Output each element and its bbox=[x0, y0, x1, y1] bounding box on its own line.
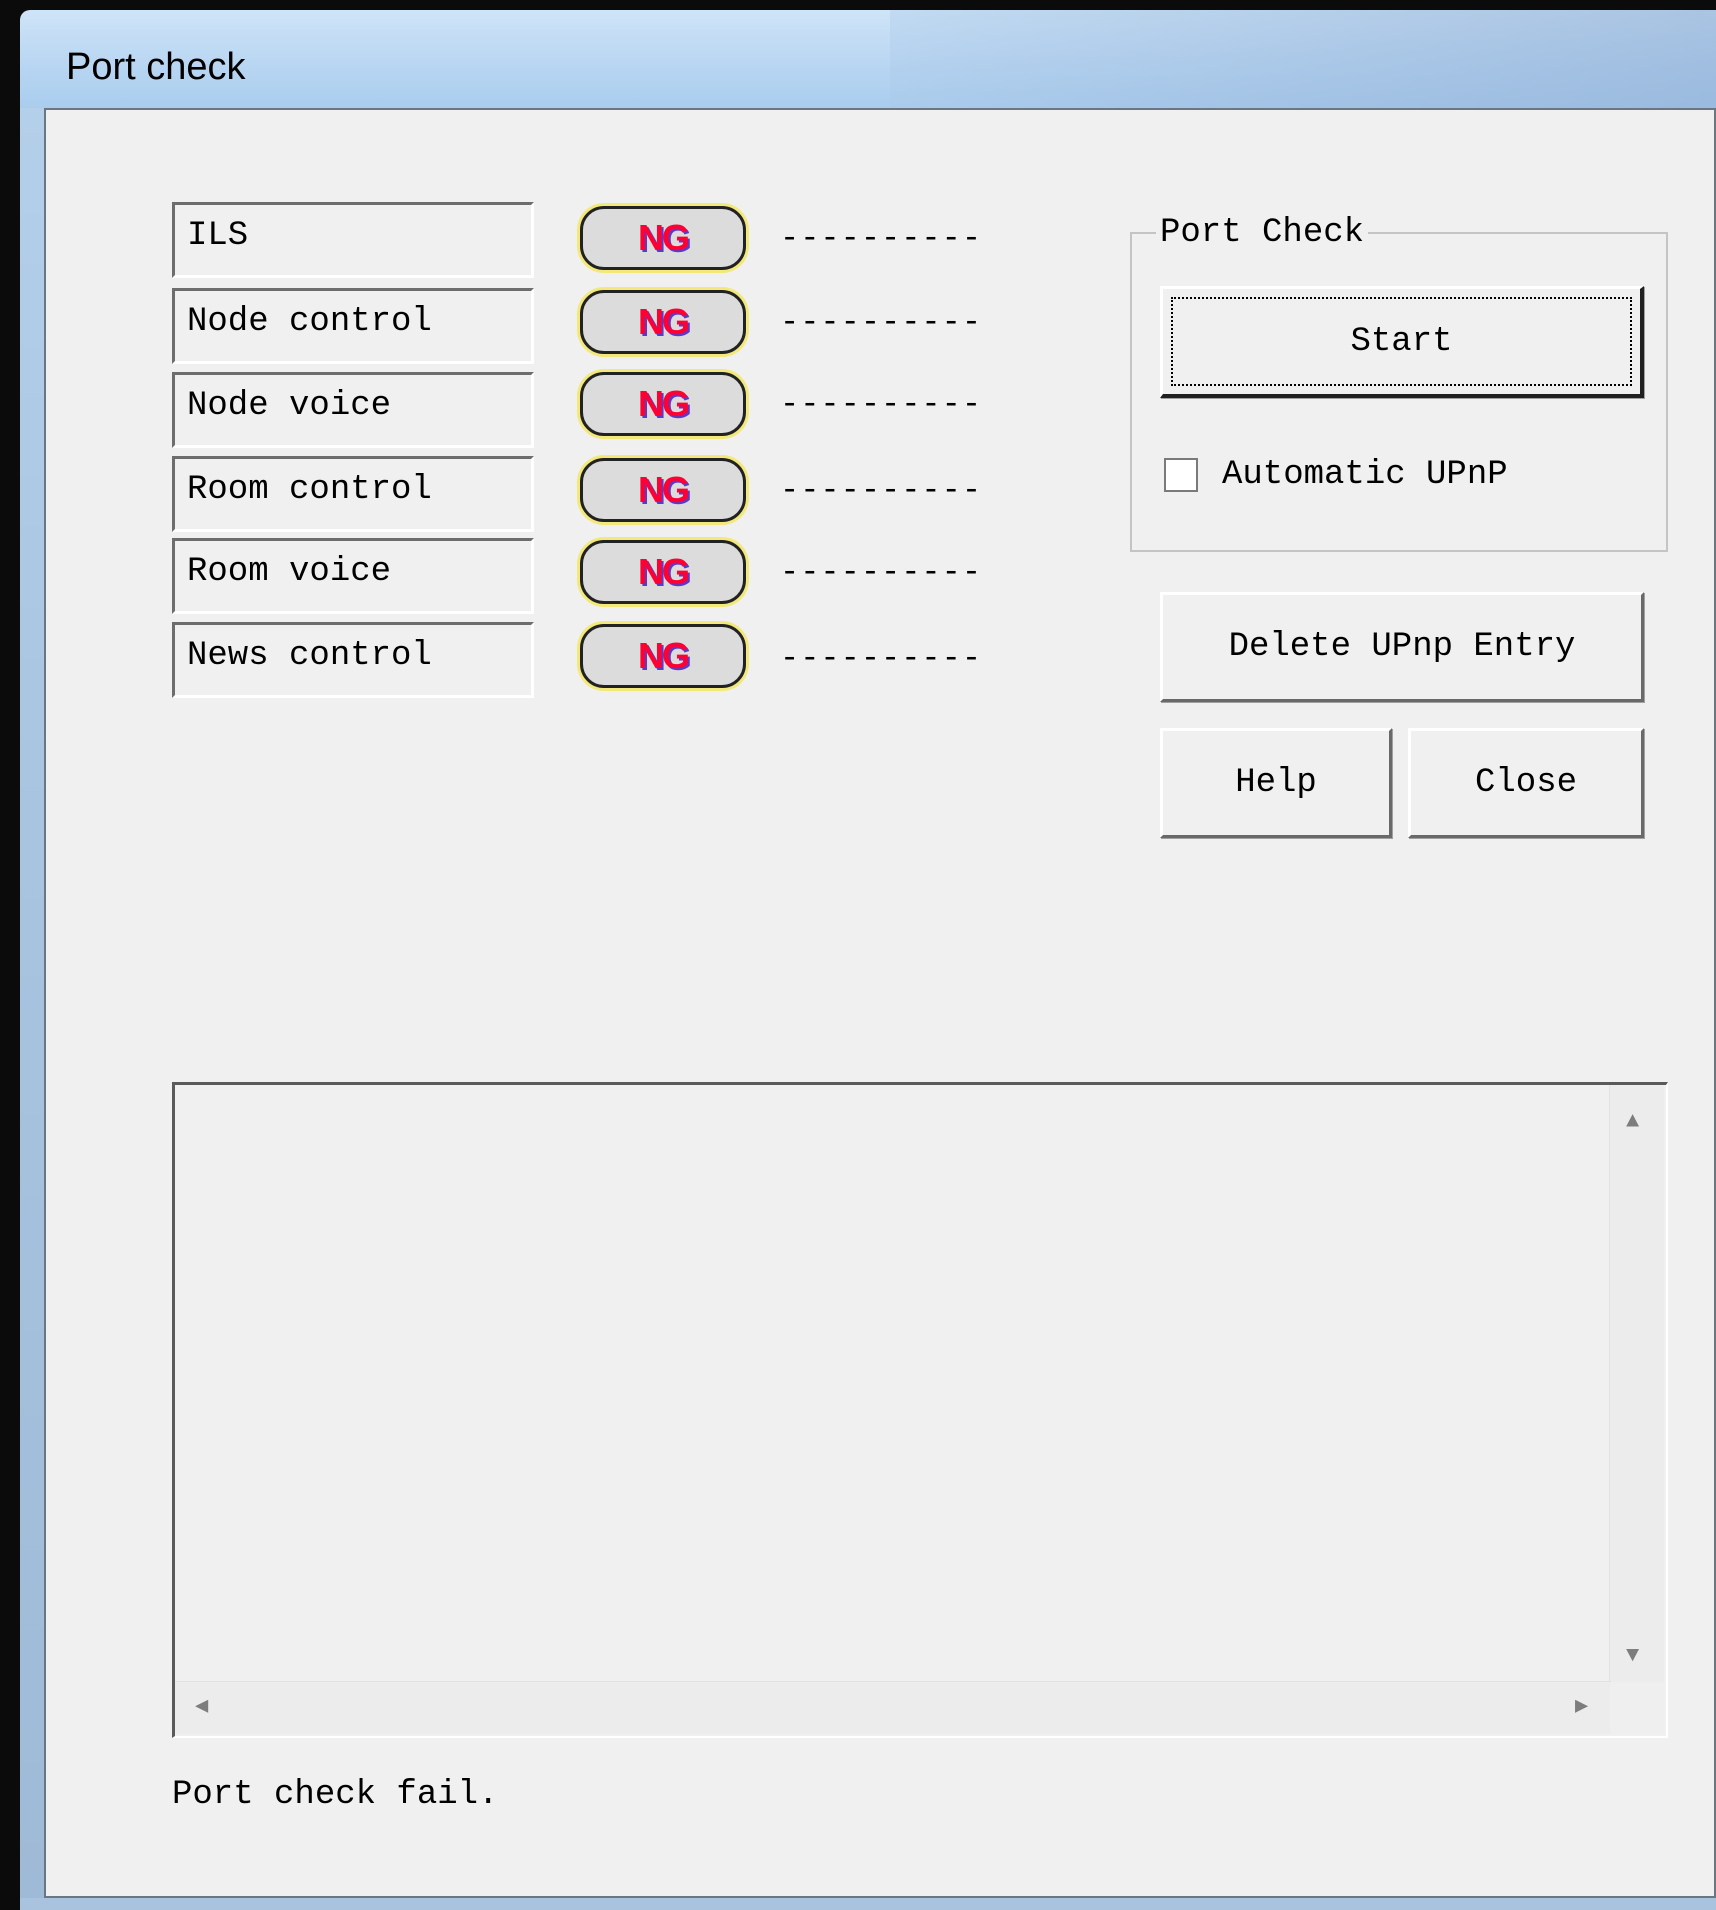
help-button[interactable]: Help bbox=[1160, 728, 1392, 838]
vertical-scrollbar[interactable]: ▲ ▼ bbox=[1609, 1085, 1664, 1683]
scroll-right-arrow-icon[interactable]: ▶ bbox=[1575, 1696, 1588, 1718]
scroll-up-arrow-icon[interactable]: ▲ bbox=[1626, 1111, 1639, 1133]
status-badge-ils: NG bbox=[580, 206, 746, 270]
result-text-ils: ---------- bbox=[780, 220, 983, 257]
result-text-node-control: ---------- bbox=[780, 304, 983, 341]
status-badge-news-control: NG bbox=[580, 624, 746, 688]
status-badge-room-control: NG bbox=[580, 458, 746, 522]
title-bar[interactable]: Port check bbox=[20, 10, 1716, 108]
scroll-down-arrow-icon[interactable]: ▼ bbox=[1626, 1645, 1639, 1667]
close-button-label: Close bbox=[1474, 764, 1578, 802]
focus-rectangle bbox=[1171, 297, 1632, 386]
delete-upnp-entry-label: Delete UPnp Entry bbox=[1228, 628, 1576, 666]
close-button[interactable]: Close bbox=[1408, 728, 1644, 838]
result-text-node-voice: ---------- bbox=[780, 386, 983, 423]
status-badge-node-control: NG bbox=[580, 290, 746, 354]
window-frame-bottom bbox=[20, 1898, 1716, 1910]
status-badge-node-voice: NG bbox=[580, 372, 746, 436]
log-textarea[interactable]: ▲ ▼ ◀ ▶ bbox=[172, 1082, 1668, 1738]
scroll-left-arrow-icon[interactable]: ◀ bbox=[195, 1696, 208, 1718]
status-text: Port check fail. bbox=[172, 1776, 499, 1814]
port-label-news-control: News control bbox=[172, 622, 534, 698]
automatic-upnp-label[interactable]: Automatic UPnP bbox=[1222, 456, 1508, 494]
horizontal-scrollbar[interactable]: ◀ ▶ bbox=[175, 1681, 1611, 1734]
result-text-room-voice: ---------- bbox=[780, 554, 983, 591]
start-button[interactable]: Start bbox=[1160, 286, 1644, 398]
port-label-node-voice: Node voice bbox=[172, 372, 534, 448]
scrollbar-corner bbox=[1610, 1682, 1664, 1734]
port-label-room-voice: Room voice bbox=[172, 538, 534, 614]
port-check-group-title: Port Check bbox=[1156, 214, 1369, 252]
automatic-upnp-checkbox[interactable] bbox=[1164, 458, 1198, 492]
delete-upnp-entry-button[interactable]: Delete UPnp Entry bbox=[1160, 592, 1644, 702]
port-label-room-control: Room control bbox=[172, 456, 534, 532]
result-text-room-control: ---------- bbox=[780, 472, 983, 509]
status-badge-room-voice: NG bbox=[580, 540, 746, 604]
result-text-news-control: ---------- bbox=[780, 640, 983, 677]
port-label-ils: ILS bbox=[172, 202, 534, 278]
port-label-node-control: Node control bbox=[172, 288, 534, 364]
window-title: Port check bbox=[66, 46, 246, 88]
help-button-label: Help bbox=[1235, 764, 1317, 802]
window-frame-left bbox=[20, 108, 44, 1910]
